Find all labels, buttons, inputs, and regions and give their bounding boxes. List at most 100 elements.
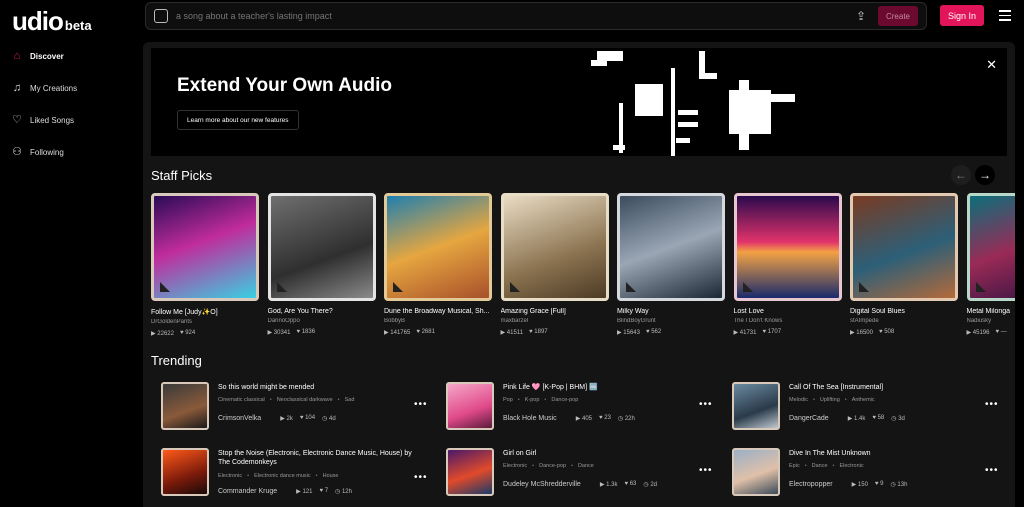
genre-tag[interactable]: Dance xyxy=(805,463,828,469)
more-options-icon[interactable]: ••• xyxy=(414,399,428,410)
song-title[interactable]: God, Are You There? xyxy=(268,308,376,315)
genre-tag[interactable]: Electronic xyxy=(218,473,242,479)
song-cover[interactable] xyxy=(267,193,376,301)
arrow-right-icon[interactable]: → xyxy=(975,165,995,185)
song-artist[interactable]: Commander Kruge xyxy=(218,488,277,495)
more-options-icon[interactable]: ••• xyxy=(699,399,713,410)
song-cover[interactable] xyxy=(732,382,780,430)
song-title[interactable]: Lost Love xyxy=(734,308,842,315)
song-artist[interactable]: The I Don't Knows xyxy=(734,318,842,324)
song-cover[interactable] xyxy=(732,448,780,496)
sidebar-item-my-creations[interactable]: ♫ My Creations xyxy=(0,72,140,104)
song-title[interactable]: Dive In The Mist Unknown xyxy=(789,449,984,458)
play-corner-icon xyxy=(626,282,636,292)
song-title[interactable]: Stop the Noise (Electronic, Electronic D… xyxy=(218,449,413,467)
song-title[interactable]: So this world might be mended xyxy=(218,383,413,392)
genre-tag[interactable]: Cinematic classical xyxy=(218,397,265,403)
prompt-input[interactable] xyxy=(176,11,854,21)
song-artist[interactable]: Electropopper xyxy=(789,481,833,488)
song-title[interactable]: Follow Me [Judy✨O] xyxy=(151,308,259,316)
staff-pick-card[interactable]: Milky Way BlindBoyGrunt ▶ 15643 ♥ 562 xyxy=(617,193,725,336)
genre-tag[interactable]: K-pop xyxy=(518,397,540,403)
song-cover[interactable] xyxy=(151,193,259,301)
genre-tag[interactable]: Dance-pop xyxy=(532,463,566,469)
song-cover[interactable] xyxy=(161,382,209,430)
song-cover[interactable] xyxy=(733,193,842,301)
genre-tag[interactable]: Electronic dance music xyxy=(247,473,311,479)
song-artist[interactable]: stAImpede xyxy=(850,318,958,324)
staff-pick-card[interactable]: Metal Milonga Nadiusky ▶ 45196 ♥ — xyxy=(966,193,1016,336)
song-title[interactable]: Dune the Broadway Musical, Sh... xyxy=(384,308,492,315)
more-options-icon[interactable]: ••• xyxy=(414,472,428,483)
song-artist[interactable]: BlindBoyGrunt xyxy=(617,318,725,324)
song-title[interactable]: Metal Milonga xyxy=(967,308,1016,315)
staff-pick-card[interactable]: Amazing Grace [Full] maxbarzel ▶ 41511 ♥ 18… xyxy=(500,193,609,336)
genre-tag[interactable]: Pop xyxy=(503,397,513,403)
trending-item[interactable]: Call Of The Sea [Instrumental] Melodic Upl… xyxy=(722,382,998,440)
song-title[interactable]: Girl on Girl xyxy=(503,449,698,458)
genre-tag[interactable]: House xyxy=(316,473,339,479)
song-artist[interactable]: maxbarzel xyxy=(501,318,609,324)
song-cover[interactable] xyxy=(500,193,609,301)
song-title[interactable]: Digital Soul Blues xyxy=(850,308,958,315)
song-cover[interactable] xyxy=(446,382,494,430)
sidebar-item-liked-songs[interactable]: ♡ Liked Songs xyxy=(0,104,140,136)
close-icon[interactable]: ✕ xyxy=(986,57,997,73)
upload-icon[interactable]: ⇪ xyxy=(854,9,868,23)
genre-tag[interactable]: Electronic xyxy=(833,463,863,469)
learn-more-button[interactable]: Learn more about our new features xyxy=(177,110,299,130)
staff-pick-card[interactable]: Digital Soul Blues stAImpede ▶ 16500 ♥ 508 xyxy=(850,193,958,336)
genre-tag[interactable]: Uplifting xyxy=(813,397,840,403)
song-artist[interactable]: DannoOppo xyxy=(268,318,376,324)
trending-item[interactable]: Girl on Girl Electronic Dance-pop Dance Dude… xyxy=(436,448,712,506)
trending-item[interactable]: Stop the Noise (Electronic, Electronic D… xyxy=(151,448,427,506)
trending-item[interactable]: Dive In The Mist Unknown Epic Dance Electro… xyxy=(722,448,998,506)
song-title[interactable]: Milky Way xyxy=(617,308,725,315)
genre-tag[interactable]: Epic xyxy=(789,463,800,469)
song-artist[interactable]: BobbyB xyxy=(384,318,492,324)
song-cover[interactable] xyxy=(161,448,209,496)
more-options-icon[interactable]: ••• xyxy=(985,399,999,410)
arrow-left-icon[interactable]: ← xyxy=(951,165,971,185)
create-button[interactable]: Create xyxy=(878,6,918,26)
staff-pick-card[interactable]: Lost Love The I Don't Knows ▶ 41731 ♥ 1707 xyxy=(733,193,842,336)
staff-pick-card[interactable]: Dune the Broadway Musical, Sh... BobbyB ▶ … xyxy=(384,193,492,336)
song-artist[interactable]: Nadiusky xyxy=(967,318,1016,324)
more-options-icon[interactable]: ••• xyxy=(985,465,999,476)
sign-in-button[interactable]: Sign In xyxy=(940,5,984,26)
song-artist[interactable]: Dudeley McShredderville xyxy=(503,481,581,488)
trending-item[interactable]: Pink Life 🩷 [K-Pop | BHM] 🆒 Pop K-pop Dance… xyxy=(436,382,712,440)
genre-tag[interactable]: Melodic xyxy=(789,397,808,403)
song-artist[interactable]: CrimsonVelka xyxy=(218,415,261,422)
staff-pick-card[interactable]: Follow Me [Judy✨O] DrGoldenPants ▶ 22622 ♥ … xyxy=(151,193,259,337)
staff-pick-card[interactable]: God, Are You There? DannoOppo ▶ 30341 ♥ 183… xyxy=(267,193,376,336)
song-cover[interactable] xyxy=(446,448,494,496)
genre-tag[interactable]: Electronic xyxy=(503,463,527,469)
clock-icon: ◷ xyxy=(335,489,341,495)
genre-tag[interactable]: Dance xyxy=(571,463,594,469)
hamburger-menu-icon[interactable] xyxy=(999,10,1011,24)
song-title[interactable]: Pink Life 🩷 [K-Pop | BHM] 🆒 xyxy=(503,383,698,392)
genre-tag[interactable]: Anthemic xyxy=(845,397,875,403)
song-cover[interactable] xyxy=(384,193,492,301)
song-cover[interactable] xyxy=(850,193,958,301)
sidebar-item-discover[interactable]: ⌂ Discover xyxy=(0,40,140,72)
like-count: ♥ 1836 xyxy=(296,329,316,335)
song-title[interactable]: Amazing Grace [Full] xyxy=(501,308,609,315)
song-meta: Electropopper ▶ 150 ♥ 9 ◷ 13h xyxy=(789,481,907,488)
settings-icon[interactable] xyxy=(154,9,168,23)
sidebar-item-following[interactable]: ⚇ Following xyxy=(0,136,140,168)
more-options-icon[interactable]: ••• xyxy=(699,465,713,476)
udio-logo[interactable]: udio beta xyxy=(12,6,92,37)
song-artist[interactable]: Black Hole Music xyxy=(503,415,557,422)
song-artist[interactable]: DrGoldenPants xyxy=(151,319,259,325)
song-cover[interactable] xyxy=(617,193,725,301)
song-artist[interactable]: DangerCade xyxy=(789,415,829,422)
genre-tag[interactable]: Sad xyxy=(338,397,355,403)
genre-tag[interactable]: Neoclassical darkwave xyxy=(270,397,333,403)
genre-tag[interactable]: Dance-pop xyxy=(544,397,578,403)
song-title[interactable]: Call Of The Sea [Instrumental] xyxy=(789,383,984,392)
play-icon: ▶ xyxy=(296,489,301,495)
trending-item[interactable]: So this world might be mended Cinematic c… xyxy=(151,382,427,440)
song-cover[interactable] xyxy=(966,193,1015,301)
